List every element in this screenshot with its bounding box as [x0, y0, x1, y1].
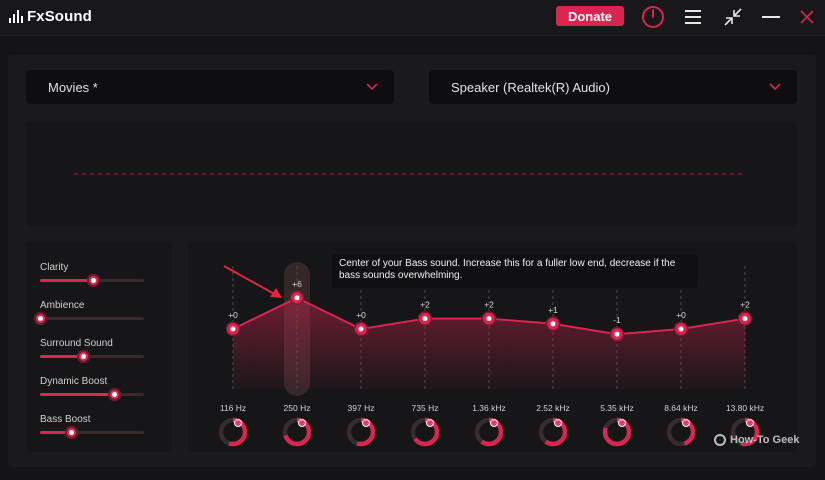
slider-knob[interactable]: [107, 388, 121, 401]
output-device-dropdown[interactable]: Speaker (Realtek(R) Audio): [429, 70, 797, 104]
effect-slider[interactable]: [34, 312, 144, 325]
visualizer-baseline: [74, 173, 746, 175]
effect-slider[interactable]: [40, 426, 144, 439]
eq-gain-label: +0: [676, 310, 686, 320]
watermark-logo-icon: [714, 434, 726, 446]
minimize-icon[interactable]: [758, 4, 784, 30]
eq-band-handle-center: [230, 326, 236, 332]
watermark-text: How-To Geek: [730, 434, 800, 446]
effect-label: Bass Boost: [40, 414, 91, 425]
preset-dropdown[interactable]: Movies *: [26, 70, 394, 104]
band-tooltip: Center of your Bass sound. Increase this…: [332, 254, 698, 288]
eq-frequency-label: 397 Hz: [348, 403, 375, 413]
effect-label: Dynamic Boost: [40, 376, 108, 387]
eq-band-handle-center: [486, 316, 492, 322]
effect-slider[interactable]: [40, 350, 144, 363]
menu-icon[interactable]: [680, 4, 706, 30]
eq-frequency-label: 5.35 kHz: [600, 403, 634, 413]
logo-bars-icon: [9, 10, 23, 23]
eq-band-handle-center: [422, 316, 428, 322]
eq-frequency-label: 116 Hz: [220, 403, 246, 413]
slider-fill: [40, 279, 94, 282]
eq-gain-label: +2: [420, 300, 430, 310]
eq-frequency-label: 250 Hz: [284, 403, 311, 413]
eq-gain-label: +1: [548, 305, 558, 315]
app-title: FxSound: [27, 8, 92, 25]
eq-band-handle-center: [550, 321, 556, 327]
frequency-knob-dot: [682, 419, 690, 427]
donate-button[interactable]: Donate: [556, 6, 624, 26]
annotation-arrow: [223, 265, 279, 297]
frequency-knob-dot: [234, 419, 242, 427]
minimize-view-icon[interactable]: [720, 4, 746, 30]
slider-knob[interactable]: [76, 350, 90, 363]
effect-label: Surround Sound: [40, 338, 113, 349]
eq-frequency-label: 2.52 kHz: [536, 403, 570, 413]
slider-knob[interactable]: [87, 274, 101, 287]
eq-frequency-label: 1.36 kHz: [472, 403, 506, 413]
eq-gain-label: +2: [740, 300, 750, 310]
frequency-knob-dot: [362, 419, 370, 427]
power-icon[interactable]: [640, 4, 666, 30]
frequency-knob-dot: [618, 419, 626, 427]
close-icon[interactable]: [794, 4, 820, 30]
effect-label: Ambience: [40, 300, 85, 311]
eq-gain-label: +0: [356, 310, 366, 320]
eq-band-handle-center: [678, 326, 684, 332]
effect-slider[interactable]: [40, 274, 144, 287]
frequency-knob-dot: [298, 419, 306, 427]
frequency-knob-dot: [554, 419, 562, 427]
eq-band-handle-center: [742, 316, 748, 322]
frequency-knob-dot: [746, 419, 754, 427]
title-bar: FxSound Donate: [0, 0, 825, 36]
eq-gain-label: +6: [292, 279, 302, 289]
effects-panel: Clarity Ambience Surround Sound Dynamic Boo…: [26, 242, 172, 452]
output-device-value: Speaker (Realtek(R) Audio): [451, 79, 610, 95]
effect-slider[interactable]: [40, 388, 144, 401]
chevron-down-icon: [366, 83, 378, 91]
app-logo: FxSound: [9, 8, 92, 25]
watermark: How-To Geek: [714, 434, 799, 446]
eq-gain-label: +0: [228, 310, 238, 320]
slider-knob[interactable]: [65, 426, 79, 439]
slider-knob[interactable]: [34, 312, 47, 325]
eq-band-handle-center: [358, 326, 364, 332]
eq-frequency-label: 735 Hz: [412, 403, 439, 413]
eq-frequency-label: 8.64 kHz: [664, 403, 698, 413]
eq-frequency-label: 13.80 kHz: [726, 403, 764, 413]
eq-gain-label: +2: [484, 300, 494, 310]
effect-label: Clarity: [40, 262, 69, 273]
preset-value: Movies *: [48, 79, 98, 95]
slider-fill: [40, 393, 114, 396]
chevron-down-icon: [769, 83, 781, 91]
frequency-knob-dot: [426, 419, 434, 427]
frequency-knob-dot: [490, 419, 498, 427]
eq-band-handle-center: [614, 331, 620, 337]
eq-gain-label: -1: [613, 315, 621, 325]
eq-band-handle-center: [294, 295, 300, 301]
spectrum-visualizer: [26, 122, 797, 226]
